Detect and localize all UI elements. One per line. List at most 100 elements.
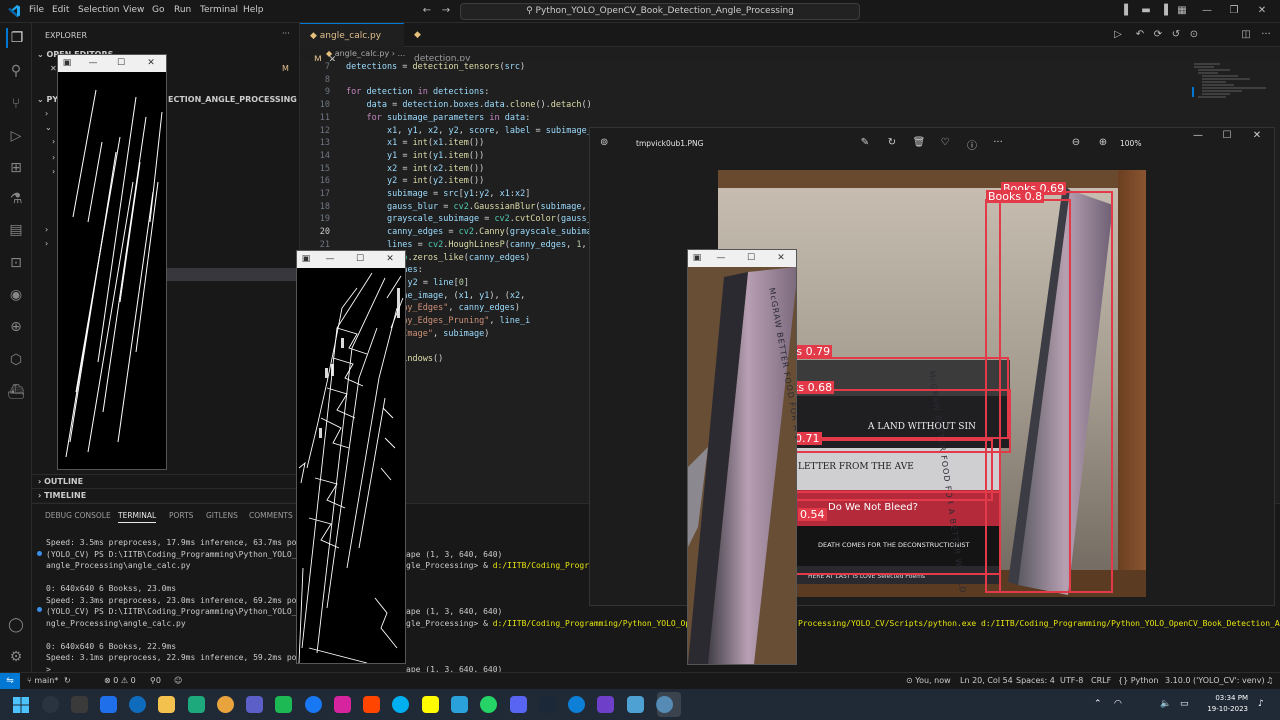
notification-bell-icon[interactable]: ♪ bbox=[1258, 699, 1264, 710]
volume-icon[interactable]: 🔈 bbox=[1160, 699, 1171, 710]
close-icon[interactable]: ✕ bbox=[383, 252, 397, 266]
run-python-file-icon[interactable]: ▷ bbox=[1112, 29, 1124, 41]
customize-layout-icon[interactable]: ▦ bbox=[1176, 5, 1188, 17]
command-center-search[interactable]: ⚲ Python_YOLO_OpenCV_Book_Detection_Angl… bbox=[460, 3, 860, 20]
minimap[interactable] bbox=[1190, 61, 1270, 121]
menu-file[interactable]: File bbox=[29, 5, 44, 15]
vscode-icon[interactable] bbox=[568, 696, 585, 713]
tray-chevron-icon[interactable]: ⌃ bbox=[1094, 699, 1102, 710]
menu-edit[interactable]: Edit bbox=[52, 5, 69, 15]
edge-icon[interactable] bbox=[188, 696, 205, 713]
subimage-window[interactable]: ▣ — ☐ ✕ McGRAW BETTER FOOD FOR A BETTER … bbox=[687, 249, 797, 665]
code-line[interactable]: 15 x2 = int(x2.item()) bbox=[300, 163, 485, 176]
indentation[interactable]: Spaces: 4 bbox=[1016, 676, 1055, 685]
zoom-in-icon[interactable]: ⊕ bbox=[1096, 137, 1110, 148]
code-line[interactable]: 16 y2 = int(y2.item()) bbox=[300, 175, 485, 188]
reddit-icon[interactable] bbox=[363, 696, 380, 713]
language-mode[interactable]: {} Python bbox=[1118, 676, 1158, 685]
minimize-icon[interactable]: — bbox=[86, 56, 100, 70]
minimize-icon[interactable]: — bbox=[714, 251, 728, 265]
whatsapp-icon[interactable] bbox=[480, 696, 497, 713]
discord-icon[interactable] bbox=[510, 696, 527, 713]
window-titlebar[interactable]: ▣ — ☐ ✕ bbox=[297, 251, 405, 268]
tab-terminal[interactable]: TERMINAL bbox=[118, 511, 157, 523]
git-blame[interactable]: ⊙ You, now bbox=[906, 676, 951, 685]
code-line[interactable]: 9 for detection in detections: bbox=[300, 86, 489, 99]
accounts-icon[interactable]: ◯ bbox=[6, 615, 26, 635]
snapchat-icon[interactable] bbox=[422, 696, 439, 713]
editor-more-icon[interactable]: ··· bbox=[1260, 29, 1272, 41]
menu-run[interactable]: Run bbox=[174, 5, 191, 15]
remote-indicator-icon[interactable]: ⇋ bbox=[0, 673, 20, 690]
edit-image-icon[interactable]: ✎ bbox=[858, 137, 872, 148]
minimize-icon[interactable]: — bbox=[1201, 5, 1213, 17]
canny-edges-pruning-window[interactable]: ▣ — ☐ ✕ bbox=[57, 54, 167, 470]
source-control-icon[interactable]: ⑂ bbox=[6, 94, 26, 114]
ports-icon[interactable]: ⚲0 bbox=[150, 676, 161, 685]
docker-icon[interactable]: ⛴ bbox=[6, 382, 26, 402]
menu-selection[interactable]: Selection bbox=[78, 5, 119, 15]
github-icon[interactable]: ◉ bbox=[6, 285, 26, 305]
menu-view[interactable]: View bbox=[123, 5, 144, 15]
tree-chevron[interactable]: › bbox=[52, 167, 55, 176]
wifi-icon[interactable]: ◠ bbox=[1114, 699, 1122, 710]
zoom-out-icon[interactable]: ⊖ bbox=[1069, 137, 1083, 148]
toggle-panel-icon[interactable]: ▬ bbox=[1140, 5, 1152, 17]
task-view-icon[interactable] bbox=[71, 696, 88, 713]
code-line[interactable]: 11 for subimage_parameters in data: bbox=[300, 112, 531, 125]
code-line[interactable]: 17 subimage = src[y1:y2, x1:x2] bbox=[300, 188, 531, 201]
code-line[interactable]: 19 grayscale_subimage = cv2.cvtColor(gau… bbox=[300, 213, 592, 226]
tab-debug-console[interactable]: DEBUG CONSOLE bbox=[45, 511, 111, 520]
steam-icon[interactable] bbox=[539, 696, 556, 713]
info-icon[interactable]: ⓘ bbox=[965, 137, 979, 152]
maximize-icon[interactable]: ☐ bbox=[353, 252, 367, 266]
open-changes-icon[interactable]: ⟳ bbox=[1152, 29, 1164, 41]
code-line[interactable]: 12 x1, y1, x2, y2, score, label = subima… bbox=[300, 125, 592, 138]
tab-comments[interactable]: COMMENTS bbox=[249, 511, 293, 520]
close-editor-icon[interactable]: ✕ bbox=[50, 64, 57, 73]
folder-header[interactable]: ⌄ PY bbox=[37, 95, 58, 104]
explorer-icon[interactable]: ❐ bbox=[6, 28, 26, 48]
teams-icon[interactable] bbox=[246, 696, 263, 713]
run-debug-icon[interactable]: ▷ bbox=[6, 126, 26, 146]
menu-help[interactable]: Help bbox=[243, 5, 264, 15]
skype-icon[interactable] bbox=[392, 696, 409, 713]
search-icon[interactable] bbox=[42, 696, 59, 713]
timeline-icon[interactable]: ↶ bbox=[1134, 29, 1146, 41]
delete-icon[interactable]: 🗑 bbox=[912, 137, 926, 148]
tab-angle-calc[interactable]: ◆ angle_calc.py M ✕ bbox=[300, 23, 404, 65]
live-share-icon[interactable]: ☺ bbox=[174, 676, 182, 685]
line-ending[interactable]: CRLF bbox=[1091, 676, 1111, 685]
facebook-icon[interactable] bbox=[305, 696, 322, 713]
code-line[interactable]: 18 gauss_blur = cv2.GaussianBlur(subimag… bbox=[300, 201, 587, 214]
code-line[interactable]: 20 canny_edges = cv2.Canny(grayscale_sub… bbox=[300, 226, 592, 239]
restore-icon[interactable]: ❐ bbox=[1228, 5, 1240, 17]
branch-indicator[interactable]: ⑂ main* bbox=[27, 676, 58, 685]
close-icon[interactable]: ✕ bbox=[144, 56, 158, 70]
testing-icon[interactable]: ⚗ bbox=[6, 189, 26, 209]
canny-edges-window[interactable]: ▣ — ☐ ✕ bbox=[296, 250, 406, 664]
chrome-icon[interactable] bbox=[217, 696, 234, 713]
spotify-icon[interactable] bbox=[275, 696, 292, 713]
toggle-secondary-sidebar-icon[interactable]: ▐ bbox=[1158, 5, 1170, 17]
battery-icon[interactable]: ▭ bbox=[1180, 699, 1189, 710]
code-line[interactable]: 7 detections = detection_tensors(src) bbox=[300, 61, 525, 74]
minimize-icon[interactable]: — bbox=[323, 252, 337, 266]
maximize-icon[interactable]: ☐ bbox=[1220, 130, 1234, 141]
paint-icon[interactable] bbox=[627, 696, 644, 713]
code-line[interactable]: 14 y1 = int(y1.item()) bbox=[300, 150, 485, 163]
widgets-icon[interactable] bbox=[100, 696, 117, 713]
window-titlebar[interactable]: ▣ — ☐ ✕ bbox=[688, 250, 796, 267]
instagram-icon[interactable] bbox=[334, 696, 351, 713]
windows-start-icon[interactable] bbox=[13, 697, 29, 713]
clock[interactable]: 03:34 PM 19-10-2023 bbox=[1204, 693, 1248, 715]
maximize-icon[interactable]: ☐ bbox=[114, 56, 128, 70]
search-icon[interactable]: ⚲ bbox=[6, 61, 26, 81]
close-icon[interactable]: ✕ bbox=[774, 251, 788, 265]
close-icon[interactable]: ✕ bbox=[1256, 5, 1268, 17]
tree-chevron[interactable]: ⌄ bbox=[45, 123, 52, 132]
telegram-icon[interactable] bbox=[451, 696, 468, 713]
code-line[interactable]: 13 x1 = int(x1.item()) bbox=[300, 137, 485, 150]
extensions-icon[interactable]: ⊞ bbox=[6, 158, 26, 178]
compare-icon[interactable]: ⊙ bbox=[1188, 29, 1200, 41]
